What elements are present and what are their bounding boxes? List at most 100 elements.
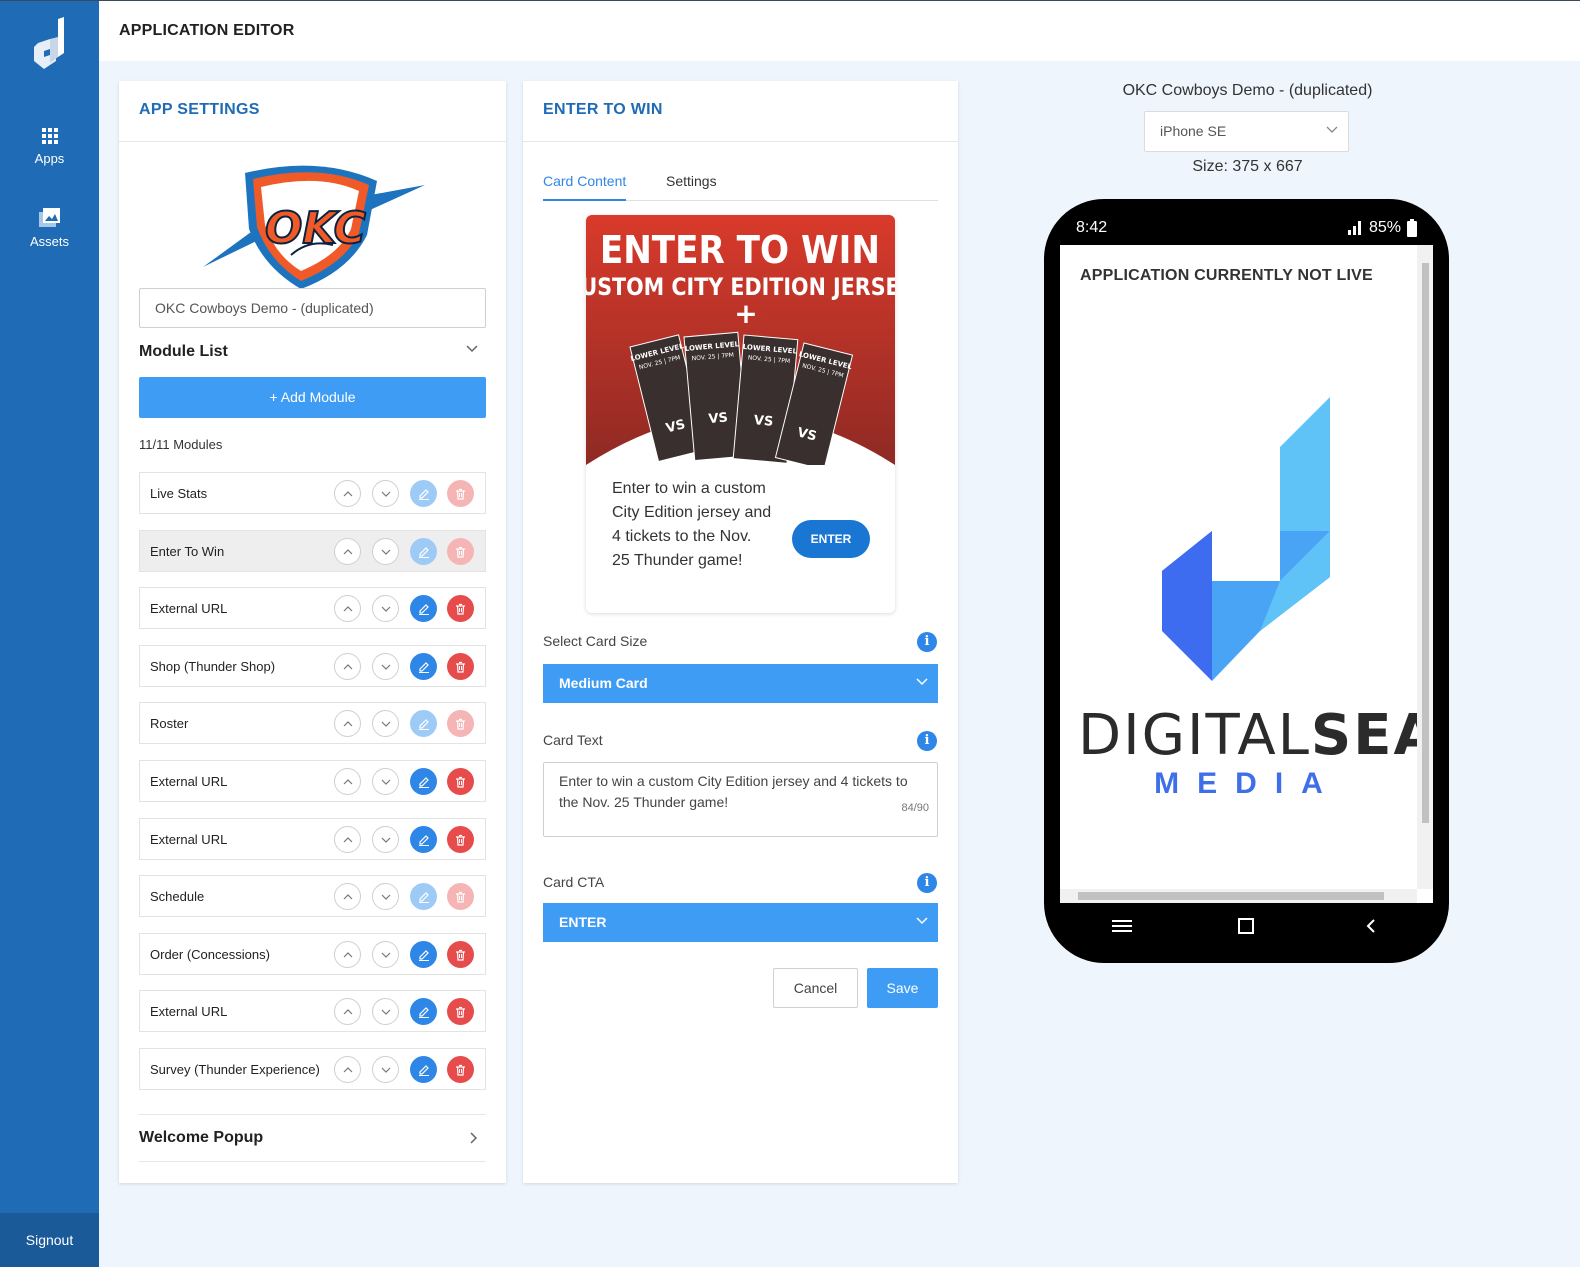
module-row[interactable]: External URL xyxy=(139,587,486,629)
sidebar-item-label: Assets xyxy=(29,234,69,249)
delete-button[interactable] xyxy=(447,1056,474,1083)
move-up-button[interactable] xyxy=(334,710,361,737)
module-list-header[interactable]: Module List xyxy=(139,343,486,361)
module-row[interactable]: Live Stats xyxy=(139,472,486,514)
add-module-button[interactable]: + Add Module xyxy=(139,377,486,418)
edit-button[interactable] xyxy=(410,538,437,565)
edit-button[interactable] xyxy=(410,653,437,680)
edit-button[interactable] xyxy=(410,941,437,968)
card-text-input[interactable]: Enter to win a custom City Edition jerse… xyxy=(543,762,938,837)
module-row[interactable]: Schedule xyxy=(139,875,486,917)
delete-button[interactable] xyxy=(447,538,474,565)
card-cta-select[interactable]: ENTER xyxy=(543,903,938,942)
move-up-button[interactable] xyxy=(334,1056,361,1083)
info-icon[interactable]: i xyxy=(917,873,937,893)
move-up-button[interactable] xyxy=(334,480,361,507)
module-row[interactable]: Shop (Thunder Shop) xyxy=(139,645,486,687)
move-up-button[interactable] xyxy=(334,941,361,968)
app-name-field[interactable]: OKC Cowboys Demo - (duplicated) xyxy=(139,288,486,328)
promo-body-text: Enter to win a custom City Edition jerse… xyxy=(612,480,772,569)
sidebar-item-apps[interactable]: Apps xyxy=(0,127,99,166)
module-row[interactable]: Survey (Thunder Experience) xyxy=(139,1048,486,1090)
grid-icon xyxy=(41,128,58,144)
phone-screen[interactable]: APPLICATION CURRENTLY NOT LIVE DIGITALSE… xyxy=(1060,245,1433,903)
info-icon[interactable]: i xyxy=(917,731,937,751)
device-select[interactable]: iPhone SE xyxy=(1144,111,1349,152)
move-up-button[interactable] xyxy=(334,768,361,795)
module-label: Order (Concessions) xyxy=(150,947,270,962)
edit-button[interactable] xyxy=(410,710,437,737)
home-square-icon[interactable] xyxy=(1238,918,1254,934)
module-row[interactable]: Enter To Win xyxy=(139,530,486,572)
edit-button[interactable] xyxy=(410,826,437,853)
cancel-button[interactable]: Cancel xyxy=(773,968,858,1008)
scroll-thumb[interactable] xyxy=(1422,263,1429,823)
module-row[interactable]: External URL xyxy=(139,818,486,860)
delete-button[interactable] xyxy=(447,998,474,1025)
edit-button[interactable] xyxy=(410,883,437,910)
pencil-icon xyxy=(418,949,429,961)
signout-button[interactable]: Signout xyxy=(0,1213,99,1267)
horizontal-scrollbar[interactable] xyxy=(1060,889,1417,903)
move-up-button[interactable] xyxy=(334,538,361,565)
sidebar-item-assets[interactable]: Assets xyxy=(0,208,99,249)
save-button[interactable]: Save xyxy=(867,968,938,1008)
card-size-select[interactable]: Medium Card xyxy=(543,664,938,703)
edit-button[interactable] xyxy=(410,1056,437,1083)
move-up-button[interactable] xyxy=(334,883,361,910)
back-icon[interactable] xyxy=(1366,918,1376,934)
module-row[interactable]: External URL xyxy=(139,760,486,802)
edit-button[interactable] xyxy=(410,768,437,795)
chevron-up-icon xyxy=(343,836,352,842)
digitalseat-logo-icon[interactable] xyxy=(30,17,70,73)
top-bar: APPLICATION EDITOR xyxy=(99,0,1580,61)
move-up-button[interactable] xyxy=(334,826,361,853)
module-row[interactable]: Roster xyxy=(139,702,486,744)
vertical-scrollbar[interactable] xyxy=(1417,245,1433,889)
move-up-button[interactable] xyxy=(334,998,361,1025)
menu-icon[interactable] xyxy=(1112,918,1132,934)
delete-button[interactable] xyxy=(447,595,474,622)
move-down-button[interactable] xyxy=(372,768,399,795)
info-icon[interactable]: i xyxy=(917,632,937,652)
delete-button[interactable] xyxy=(447,710,474,737)
move-down-button[interactable] xyxy=(372,883,399,910)
delete-button[interactable] xyxy=(447,480,474,507)
move-down-button[interactable] xyxy=(372,595,399,622)
promo-enter-button[interactable]: ENTER xyxy=(792,520,870,558)
status-message: APPLICATION CURRENTLY NOT LIVE xyxy=(1080,267,1373,284)
module-label: Enter To Win xyxy=(150,544,225,559)
move-up-button[interactable] xyxy=(334,595,361,622)
delete-button[interactable] xyxy=(447,768,474,795)
move-down-button[interactable] xyxy=(372,538,399,565)
move-down-button[interactable] xyxy=(372,653,399,680)
delete-button[interactable] xyxy=(447,653,474,680)
move-down-button[interactable] xyxy=(372,1056,399,1083)
panel-title: ENTER TO WIN xyxy=(543,101,663,118)
edit-button[interactable] xyxy=(410,998,437,1025)
chevron-up-icon xyxy=(343,663,352,669)
module-row[interactable]: Order (Concessions) xyxy=(139,933,486,975)
scroll-thumb[interactable] xyxy=(1078,892,1384,900)
delete-button[interactable] xyxy=(447,941,474,968)
chevron-right-icon xyxy=(470,1132,478,1144)
module-row[interactable]: External URL xyxy=(139,990,486,1032)
brand-light: DIGITAL xyxy=(1078,703,1311,768)
delete-button[interactable] xyxy=(447,826,474,853)
move-up-button[interactable] xyxy=(334,653,361,680)
edit-button[interactable] xyxy=(410,480,437,507)
tab-settings[interactable]: Settings xyxy=(666,173,717,189)
tab-card-content[interactable]: Card Content xyxy=(543,173,627,201)
okc-thunder-logo[interactable]: OKC xyxy=(199,159,429,291)
delete-button[interactable] xyxy=(447,883,474,910)
move-down-button[interactable] xyxy=(372,941,399,968)
move-down-button[interactable] xyxy=(372,826,399,853)
edit-button[interactable] xyxy=(410,595,437,622)
welcome-popup-row[interactable]: Welcome Popup xyxy=(139,1114,486,1162)
card-size-value: Medium Card xyxy=(559,675,648,691)
pencil-icon xyxy=(418,546,429,558)
move-down-button[interactable] xyxy=(372,710,399,737)
move-down-button[interactable] xyxy=(372,480,399,507)
panel-title: APP SETTINGS xyxy=(139,101,260,118)
move-down-button[interactable] xyxy=(372,998,399,1025)
